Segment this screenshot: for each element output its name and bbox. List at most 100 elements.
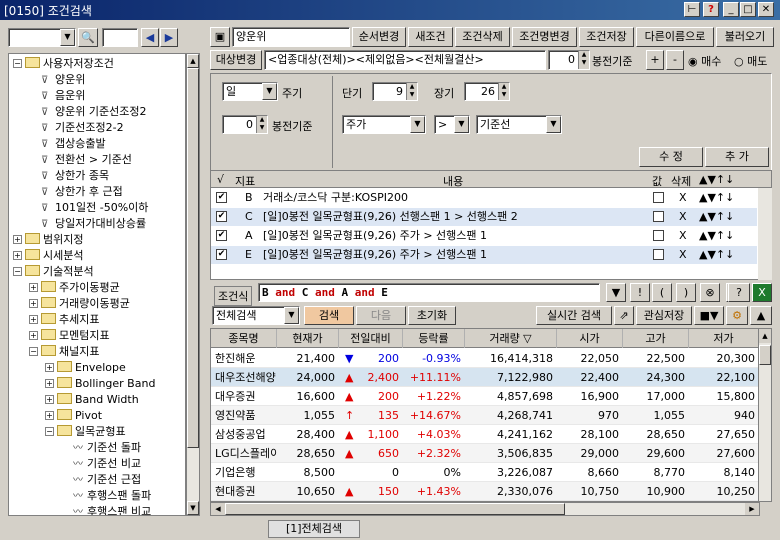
value-checkbox[interactable] xyxy=(653,192,664,203)
tree-item[interactable]: 범위지정 xyxy=(25,232,83,248)
move-arrows-icon[interactable]: ▲▼↑↓ xyxy=(699,189,734,207)
condition-row[interactable]: ✔ B 거래소/코스닥 구분:KOSPI200 X ▲▼↑↓ xyxy=(211,189,757,207)
column-header[interactable]: 거래량 ▽ xyxy=(465,329,557,348)
spin-icon[interactable]: ▲ ▼ xyxy=(256,116,267,133)
field2-select[interactable]: 기준선 ▼ xyxy=(476,115,562,134)
column-header[interactable]: 시가 xyxy=(557,329,623,348)
scroll-up-icon[interactable]: ▲ xyxy=(187,54,199,68)
formula-operator-button[interactable]: ! xyxy=(630,283,650,302)
expand-icon[interactable]: + xyxy=(29,283,38,292)
spin-icon[interactable]: ▲ ▼ xyxy=(578,51,589,69)
condition-checkbox[interactable]: ✔ xyxy=(216,211,227,222)
offset-input[interactable]: 0 ▲ ▼ xyxy=(548,50,590,70)
tree-item[interactable]: ⊽ 갭상승출발 xyxy=(41,136,106,152)
next-button[interactable]: 다음 xyxy=(356,306,406,325)
collapse-icon[interactable]: − xyxy=(13,267,22,276)
chevron-down-icon[interactable]: ▼ xyxy=(546,116,561,133)
prev-arrow-icon[interactable]: ◀ xyxy=(141,28,159,47)
tree-item[interactable]: 〰 기준선 돌파 xyxy=(73,440,141,456)
save-condition-button[interactable]: 조건저장 xyxy=(579,27,634,47)
tree-item[interactable]: 〰 후행스팬 비교 xyxy=(73,504,151,515)
formula-operator-button[interactable]: ( xyxy=(652,283,672,302)
chevron-down-icon[interactable]: ▼ xyxy=(454,116,469,133)
condition-row[interactable]: ✔ E [일]0봉전 일목균형표(9,26) 주가 > 선행스팬 1 X ▲▼↑↓ xyxy=(211,246,757,264)
results-scrollbar[interactable]: ▲ xyxy=(758,328,772,502)
tree-item[interactable]: ⊽ 101일전 -50%이하 xyxy=(41,200,148,216)
buy-radio[interactable]: ◉ 매수 xyxy=(688,53,721,69)
reorder-button[interactable]: 순서변경 xyxy=(352,27,406,47)
column-header[interactable]: 저가 xyxy=(689,329,759,348)
tree-item[interactable]: 사용자저장조건 xyxy=(25,56,114,72)
table-row[interactable]: 영진약품 1,055 ↑ 135 +14.67% 4,268,741 970 1,055 940 xyxy=(211,406,759,425)
expand-icon[interactable]: + xyxy=(29,299,38,308)
column-header[interactable]: 고가 xyxy=(623,329,689,348)
formula-operator-button[interactable]: ▼ xyxy=(606,283,626,302)
reset-button[interactable]: 초기화 xyxy=(408,306,456,325)
chevron-down-icon[interactable]: ▼ xyxy=(410,116,425,133)
sell-radio[interactable]: ○ 매도 xyxy=(734,53,767,69)
expand-icon[interactable]: + xyxy=(29,315,38,324)
field1-select[interactable]: 주가 ▼ xyxy=(342,115,426,134)
table-row[interactable]: 삼성중공업 28,400 ▲ 1,100 +4.03% 4,241,162 28,100 28… xyxy=(211,425,759,444)
expand-icon[interactable]: + xyxy=(45,411,54,420)
table-row[interactable]: 대우증권 16,600 ▲ 200 +1.22% 4,857,698 16,900 17,00… xyxy=(211,387,759,406)
results-grid[interactable]: 종목명 현재가 전일대비 등락률 거래량 ▽ 시가 고가 저가 한진해운 21,400 ▼ 200 -… xyxy=(210,328,760,502)
tree-item[interactable]: ⊽ 음운위 xyxy=(41,88,85,104)
tab-all-search[interactable]: [1]전체검색 xyxy=(268,520,360,538)
table-row[interactable]: 현대증권 10,650 ▲ 150 +1.43% 2,330,076 10,750 10,90… xyxy=(211,482,759,501)
delete-condition-icon[interactable]: X xyxy=(679,227,687,245)
chevron-down-icon[interactable]: ▼ xyxy=(60,29,75,46)
tree-item[interactable]: ⊽ 상한가 후 근접 xyxy=(41,184,123,200)
tree-item[interactable]: 채널지표 xyxy=(41,344,99,360)
expand-icon[interactable]: + xyxy=(13,251,22,260)
condition-checkbox[interactable]: ✔ xyxy=(216,249,227,260)
scroll-thumb[interactable] xyxy=(225,503,565,515)
search-button[interactable]: 검색 xyxy=(304,306,354,325)
realtime-search-button[interactable]: 실시간 검색 xyxy=(536,306,612,325)
scroll-right-icon[interactable]: ▶ xyxy=(745,503,759,515)
scroll-down-icon[interactable]: ▼ xyxy=(187,501,199,515)
condition-checkbox[interactable]: ✔ xyxy=(216,230,227,241)
expand-icon[interactable]: + xyxy=(45,363,54,372)
tree-item[interactable]: 기술적분석 xyxy=(25,264,94,280)
formula-help-button[interactable]: ? xyxy=(728,283,750,302)
chevron-down-icon[interactable]: ▼ xyxy=(284,307,299,324)
tree-item[interactable]: 〰 후행스팬 돌파 xyxy=(73,488,151,504)
tree-item[interactable]: ⊽ 양운위 xyxy=(41,72,85,88)
column-header[interactable]: 전일대비 xyxy=(339,329,403,348)
expand-icon[interactable]: + xyxy=(13,235,22,244)
move-arrows-icon[interactable]: ▲▼↑↓ xyxy=(699,208,734,226)
scope-select[interactable]: 전체검색 ▼ xyxy=(212,306,300,325)
formula-operator-button[interactable]: ) xyxy=(676,283,696,302)
tree-item[interactable]: 시세분석 xyxy=(25,248,83,264)
delete-condition-icon[interactable]: X xyxy=(679,246,687,264)
condition-name-input[interactable]: 양운위 xyxy=(232,27,350,47)
load-button[interactable]: 불러오기 xyxy=(716,27,774,47)
scroll-thumb[interactable] xyxy=(187,68,199,448)
column-header[interactable]: 종목명 xyxy=(211,329,277,348)
new-condition-button[interactable]: 새조건 xyxy=(408,27,453,47)
tree-item[interactable]: 모멘텀지표 xyxy=(41,328,110,344)
scroll-thumb[interactable] xyxy=(759,345,771,365)
radio-selected-icon[interactable]: ◉ xyxy=(688,55,698,68)
export-icon[interactable]: ⇗ xyxy=(614,306,634,325)
delete-condition-icon[interactable]: X xyxy=(679,189,687,207)
horizontal-scrollbar[interactable]: ◀ ▶ xyxy=(210,502,760,516)
value-checkbox[interactable] xyxy=(653,230,664,241)
watchlist-save-button[interactable]: 관심저장 xyxy=(636,306,692,325)
help-icon[interactable]: ? xyxy=(703,2,719,17)
delete-condition-icon[interactable]: X xyxy=(679,208,687,226)
tree-item[interactable]: ⊽ 양운위 기준선조정2 xyxy=(41,104,146,120)
save-as-button[interactable]: 다른이름으로 xyxy=(636,27,714,47)
conditions-scrollbar[interactable] xyxy=(758,188,772,280)
long-input[interactable]: 26 ▲ ▼ xyxy=(464,82,510,101)
tree-scrollbar[interactable]: ▲ ▼ xyxy=(186,53,200,516)
tree-item[interactable]: ⊽ 전환선 > 기준선 xyxy=(41,152,132,168)
expand-icon[interactable]: + xyxy=(45,395,54,404)
table-row[interactable]: LG디스플레이 28,650 ▲ 650 +2.32% 3,506,835 29,000 29… xyxy=(211,444,759,463)
tree-item[interactable]: 거래량이동평균 xyxy=(41,296,130,312)
table-row[interactable]: 한진해운 21,400 ▼ 200 -0.93% 16,414,318 22,050 22,5… xyxy=(211,349,759,368)
formula-operator-button[interactable]: ⊗ xyxy=(700,283,720,302)
add-button[interactable]: 추 가 xyxy=(705,147,769,167)
value-checkbox[interactable] xyxy=(653,249,664,260)
